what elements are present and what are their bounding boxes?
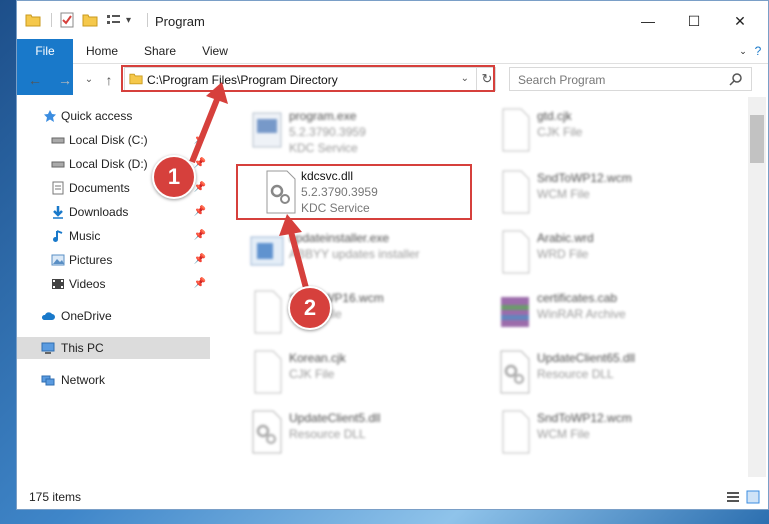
arrow-to-address-bar [189, 90, 223, 164]
callout-step-1: 1 [152, 155, 196, 199]
annotation-arrows [189, 82, 309, 289]
arrow-to-file [287, 227, 309, 289]
callout-step-2: 2 [288, 286, 332, 330]
arrowhead-file [279, 214, 302, 236]
